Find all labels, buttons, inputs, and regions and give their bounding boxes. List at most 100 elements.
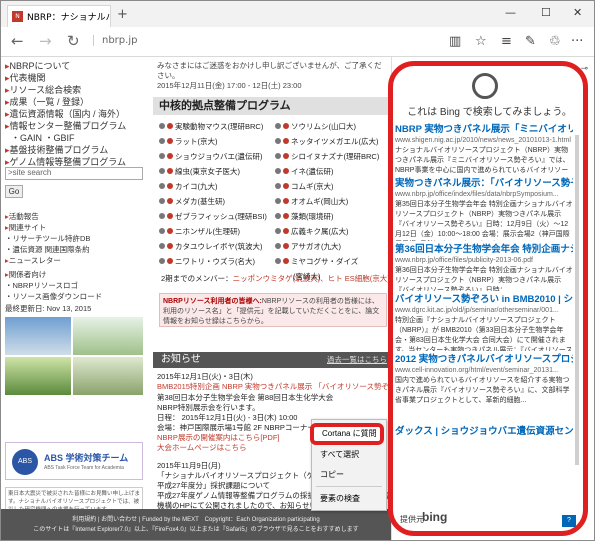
bullet-icon (167, 228, 173, 234)
bullet-icon (275, 213, 281, 219)
cortana-scrollbar[interactable] (575, 135, 579, 465)
sidebar-link[interactable]: ・NBRPリソースロゴ (5, 280, 78, 291)
bullet-icon (159, 168, 165, 174)
sidebar-link[interactable]: ・遺伝資源 関連国際条約 (5, 244, 90, 255)
context-copy[interactable]: コピー (312, 468, 388, 482)
go-button[interactable]: Go (5, 185, 23, 198)
bullet-icon (167, 258, 173, 264)
program-item[interactable]: ゼブラフィッシュ(理研BSI) (159, 211, 267, 222)
news-more-link[interactable]: 過去一覧はこちら (327, 352, 387, 368)
program-item[interactable]: 線虫(東京女子医大) (159, 166, 240, 177)
reading-view-icon[interactable]: ▥ (449, 34, 461, 49)
program-item[interactable]: メダカ(基生研) (159, 196, 225, 207)
tab-bar: N NBRP：ナショナルバイオリ ✕ + — ☐ ✕ (1, 1, 594, 27)
program-item[interactable]: 実験動物マウス(理研BRC) (159, 121, 263, 132)
program-item[interactable]: ソウリムシ(山口大) (275, 121, 356, 132)
result-title[interactable]: 実物つきパネル展示：「バイオリソース勢ぞろ... (395, 177, 573, 190)
program-item[interactable]: コムギ(京大) (275, 181, 334, 192)
pin-icon[interactable]: ⊸ (580, 63, 588, 74)
sidebar-image-animals[interactable] (5, 317, 71, 355)
program-item[interactable]: ニホンザル(生理研) (159, 226, 240, 237)
context-select-all[interactable]: すべて選択 (312, 448, 388, 462)
abs-banner[interactable]: ABS ABS 学術対策チーム ABS Task Force Team for … (5, 442, 143, 480)
maintenance-notice: みなさまにはご迷惑をおかけし申し訳ございませんが、ご了承ください。 2015年1… (157, 61, 382, 90)
cortana-ring-icon (472, 73, 498, 99)
sidebar-link[interactable]: ▸関連サイト (5, 222, 46, 233)
more-icon[interactable]: ··· (571, 34, 583, 49)
program-item[interactable]: ネッタイツメガエル(広大) (275, 136, 379, 147)
program-item[interactable]: イネ(遺伝研) (275, 166, 334, 177)
bullet-icon (275, 243, 281, 249)
program-item[interactable]: オオムギ(岡山大) (275, 196, 348, 207)
result-title[interactable]: 2012 実物つきパネルバイオリソースプロジェクト | ... (395, 353, 573, 366)
program-item[interactable]: シロイヌナズナ(理研BRC) (275, 151, 379, 162)
hub-icon[interactable]: ≡ (501, 34, 512, 49)
program-item[interactable]: 藻類(環境研) (275, 211, 334, 222)
web-page: ▸NBRPについて ▸代表機関 ▸リソース総合検索 ▸成果（一覧 / 登録） ▸… (1, 57, 391, 540)
program-label: ニワトリ・ウズラ(名大) (175, 257, 255, 266)
search-result[interactable]: ダックス | ショウジョウバエ遺伝資源センター... (395, 425, 573, 439)
program-item[interactable]: ミヤコグサ・ダイズ (275, 256, 358, 267)
sidebar-link[interactable]: ▸ニュースレター (5, 255, 61, 266)
footer-links[interactable]: 利用規約 | お問い合わせ | Funded by the MEXT Copyr… (1, 515, 391, 525)
sidebar-link[interactable]: ▸活動報告 (5, 211, 39, 222)
minimize-button[interactable]: — (505, 6, 516, 19)
program-label: ネッタイツメガエル(広大) (291, 137, 379, 146)
close-window-button[interactable]: ✕ (573, 6, 582, 19)
bullet-icon (159, 153, 165, 159)
news-line[interactable]: BMB2015特別企画 NBRP 実物つきパネル展示 「バイオリソース勢ぞろい」 (157, 382, 391, 392)
program-label: ミヤコグサ・ダイズ (291, 257, 359, 266)
feedback-icon[interactable]: ? (562, 515, 576, 527)
result-title[interactable]: 第36回日本分子生物学会年会 特別企画ナショナル... (395, 243, 573, 256)
result-title[interactable]: バイオリソース勢ぞろい in BMB2010 | ショウジ... (395, 293, 573, 306)
sidebar-link[interactable]: ▸関係者向け (5, 269, 46, 280)
search-result[interactable]: バイオリソース勢ぞろい in BMB2010 | ショウジ...www.dgrc… (395, 293, 573, 351)
bullet-icon (167, 168, 173, 174)
program-item[interactable]: ラット(京大) (159, 136, 218, 147)
result-title[interactable]: ダックス | ショウジョウバエ遺伝資源センター... (395, 425, 573, 438)
left-sidebar: ▸NBRPについて ▸代表機関 ▸リソース総合検索 ▸成果（一覧 / 登録） ▸… (1, 57, 151, 540)
sidebar-image-plants[interactable] (73, 317, 143, 355)
bullet-icon (283, 138, 289, 144)
favorite-star-icon[interactable]: ☆ (475, 34, 487, 49)
refresh-button[interactable]: ↻ (67, 32, 80, 50)
program-item[interactable]: 広義キク属(広大) (275, 226, 349, 237)
bullet-icon (275, 168, 281, 174)
result-snippet: 第35回日本分子生物学会年会 特別企画ナショナルバイオリソースプロジェクト（NB… (395, 201, 573, 238)
program-item[interactable]: カイコ(九大) (159, 181, 218, 192)
search-result[interactable]: 実物つきパネル展示：「バイオリソース勢ぞろ...www.nbrp.jp/offi… (395, 177, 573, 241)
context-ask-cortana[interactable]: Cortana に質問 (310, 423, 384, 445)
result-snippet: 特別企画『ナショナルバイオリソースプロジェクト（NBRP）』が BMB2010（… (395, 317, 573, 351)
search-result[interactable]: NBRP 実物つきパネル展示「ミニバイオリソー...www.shigen.nig… (395, 123, 573, 175)
browser-tab[interactable]: N NBRP：ナショナルバイオリ ✕ (7, 5, 111, 27)
context-inspect[interactable]: 要素の検査 (312, 492, 388, 506)
program-item[interactable]: ショウジョウバエ(遺伝研) (159, 151, 263, 162)
forward-button[interactable]: → (39, 32, 52, 50)
maximize-button[interactable]: ☐ (541, 6, 551, 19)
result-title[interactable]: NBRP 実物つきパネル展示「ミニバイオリソー... (395, 123, 573, 136)
program-item[interactable]: ニワトリ・ウズラ(名大) (159, 256, 255, 267)
program-label: カイコ(九大) (175, 182, 218, 191)
search-result[interactable]: 2012 実物つきパネルバイオリソースプロジェクト | ...www.cell-… (395, 353, 573, 419)
news-line: 2015年11月9日(月) (157, 461, 221, 470)
web-note-icon[interactable]: ✎ (525, 34, 536, 49)
program-item[interactable]: (宮崎大) (275, 271, 321, 282)
site-search-input[interactable]: >site search (5, 167, 143, 180)
sidebar-link[interactable]: ・リソース画像ダウンロード (5, 291, 102, 302)
bullet-icon (283, 213, 289, 219)
sidebar-link[interactable]: ・リサーチツール特許DB (5, 233, 90, 244)
back-button[interactable]: ← (11, 32, 24, 50)
address-bar[interactable]: nbrp.jp (93, 35, 137, 46)
share-icon[interactable]: ♲ (549, 34, 561, 49)
sidebar-image-seeds[interactable] (73, 357, 143, 395)
program-item[interactable]: カタユウレイボヤ(筑波大) (159, 241, 263, 252)
sidebar-image-field[interactable] (5, 357, 71, 395)
cortana-title: これは Bing で検索してみましょう。 (407, 107, 572, 118)
search-result[interactable]: 第36回日本分子生物学会年会 特別企画ナショナル...www.nbrp.jp/o… (395, 243, 573, 291)
program-item[interactable]: アサガオ(九大) (275, 241, 341, 252)
bullet-icon (167, 213, 173, 219)
news-line[interactable]: NBRP展示の開催案内はこちら[PDF] (157, 433, 280, 443)
new-tab-button[interactable]: + (117, 7, 128, 22)
program-label: カタユウレイボヤ(筑波大) (175, 242, 263, 251)
news-line[interactable]: 大会ホームページはこちら (157, 443, 247, 453)
